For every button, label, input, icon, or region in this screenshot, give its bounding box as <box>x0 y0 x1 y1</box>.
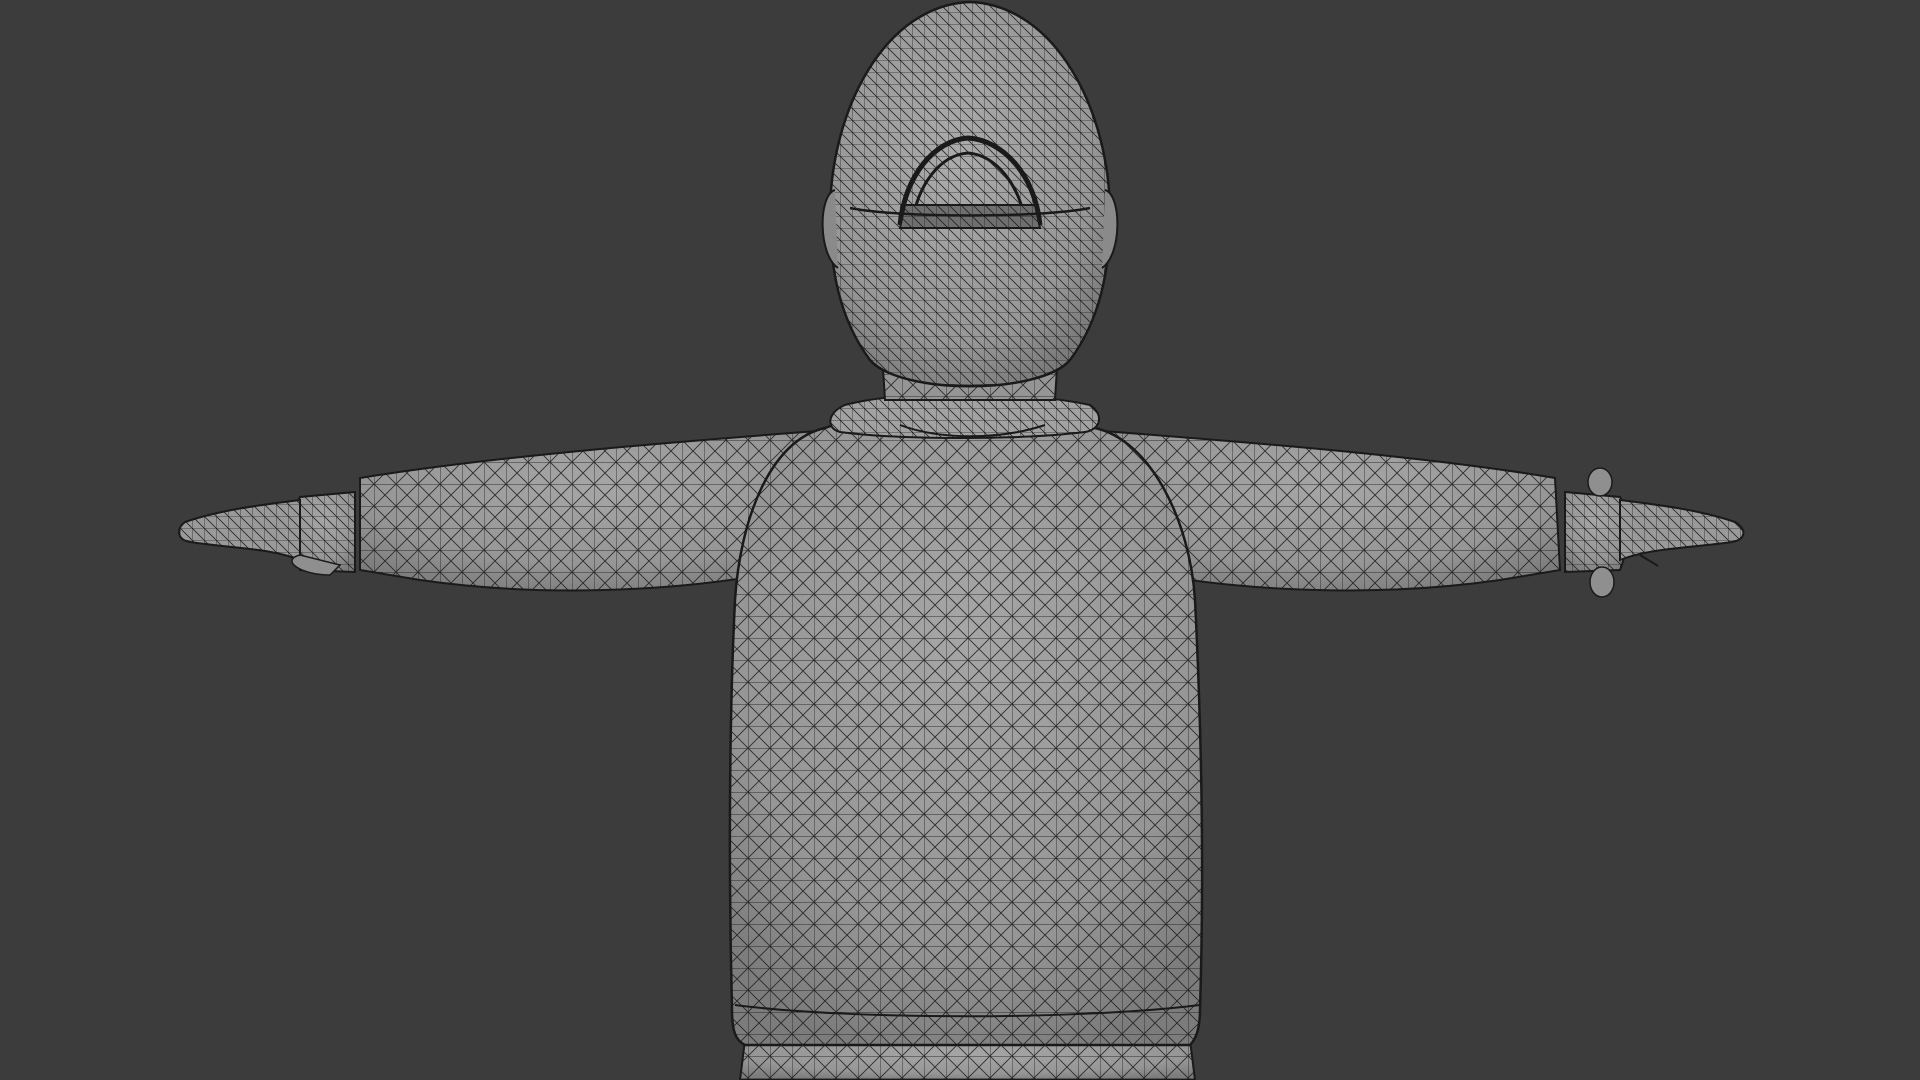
mesh-head[interactable] <box>821 0 1119 388</box>
mesh-torso[interactable] <box>728 413 1204 1047</box>
3d-viewport[interactable] <box>0 0 1920 1080</box>
viewport-canvas[interactable] <box>0 0 1920 1080</box>
